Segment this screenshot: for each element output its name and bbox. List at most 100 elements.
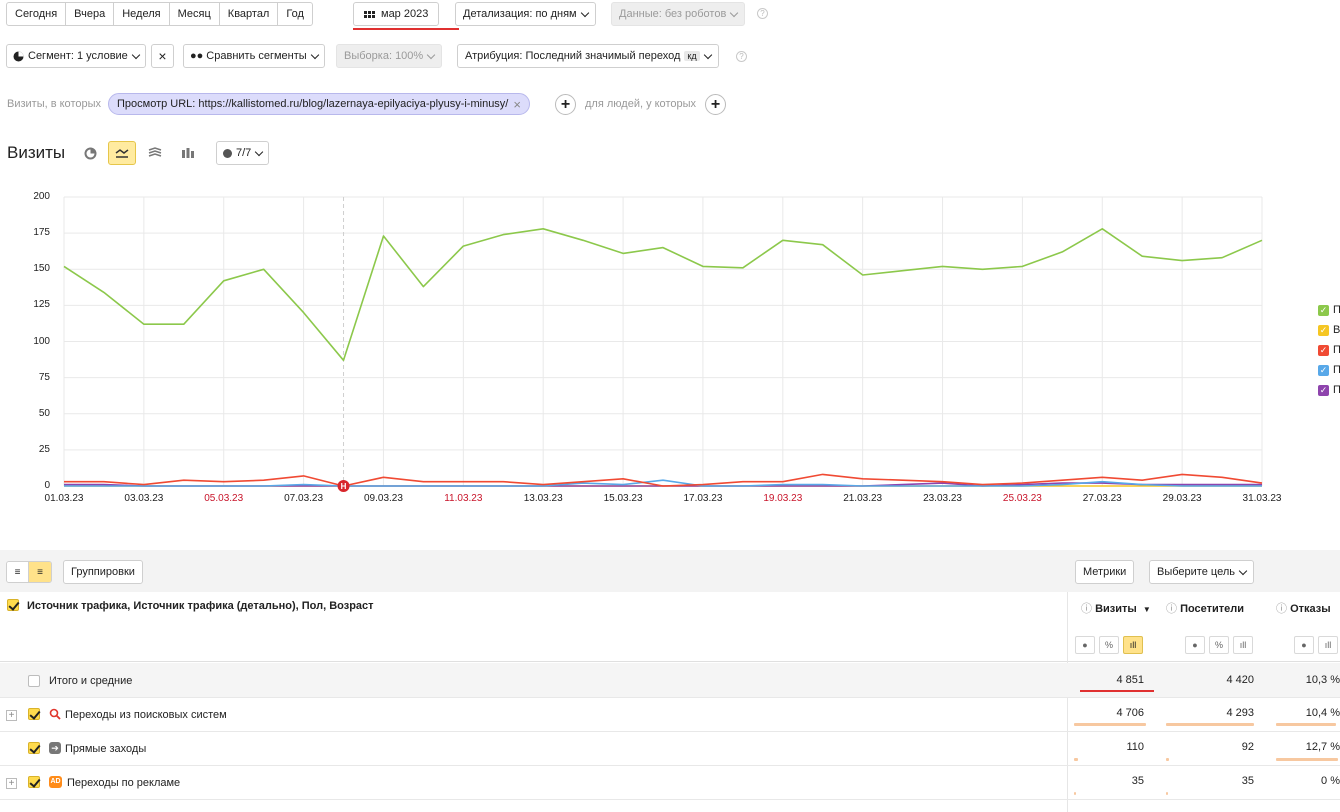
- legend-item[interactable]: ✓ В: [1318, 324, 1340, 336]
- robots-label: Данные: без роботов: [619, 8, 727, 20]
- column-visits-header[interactable]: ⓘ Визиты ▼: [1081, 600, 1151, 616]
- period-quarter-button[interactable]: Квартал: [220, 3, 279, 25]
- detail-dropdown[interactable]: Детализация: по дням: [455, 2, 596, 26]
- legend-item[interactable]: ✓ П: [1318, 364, 1340, 376]
- column-bounces-header[interactable]: ⓘ Отказы: [1276, 600, 1331, 616]
- segment-clear-button[interactable]: ×: [151, 44, 174, 68]
- expand-icon[interactable]: +: [6, 710, 17, 721]
- column-bounces-label: Отказы: [1290, 603, 1331, 615]
- legend-item[interactable]: ✓ П: [1318, 384, 1340, 396]
- line-chart-icon: [115, 149, 129, 158]
- row-visitors: 92: [1241, 741, 1254, 753]
- header-checkbox[interactable]: [7, 599, 19, 611]
- segment-dropdown[interactable]: Сегмент: 1 условие: [6, 44, 146, 68]
- chart-type-pie-button[interactable]: [76, 141, 104, 165]
- visits-percent-view[interactable]: %: [1099, 636, 1119, 654]
- attribution-dropdown[interactable]: Атрибуция: Последний значимый переход кд: [457, 44, 719, 68]
- chevron-down-icon: [580, 8, 589, 17]
- period-selector: Сегодня Вчера Неделя Месяц Квартал Год: [6, 2, 313, 26]
- chart-type-line-button[interactable]: [108, 141, 136, 165]
- series-selector-dropdown[interactable]: 7/7: [216, 141, 270, 165]
- compare-segments-dropdown[interactable]: ●● Сравнить сегменты: [183, 44, 325, 68]
- chart-type-area-button[interactable]: [141, 141, 169, 165]
- date-range-underline: [353, 28, 459, 30]
- add-user-condition-button[interactable]: +: [705, 94, 726, 115]
- visitors-pie-view[interactable]: ●: [1185, 636, 1205, 654]
- goal-dropdown[interactable]: Выберите цель: [1149, 560, 1254, 584]
- series-count-label: 7/7: [236, 147, 252, 159]
- legend-item[interactable]: ✓ П: [1318, 344, 1340, 356]
- chart-type-bar-button[interactable]: [174, 141, 202, 165]
- filter-prefix: Визиты, в которых: [7, 98, 101, 110]
- row-bounces: 12,7 %: [1305, 741, 1340, 753]
- row-checkbox[interactable]: [28, 776, 40, 788]
- row-checkbox[interactable]: [28, 742, 40, 754]
- total-visits: 4 851: [1116, 674, 1144, 686]
- date-range-button[interactable]: мар 2023: [353, 2, 440, 26]
- bar-chart-icon: [182, 148, 194, 158]
- close-icon: ×: [158, 48, 167, 64]
- legend-label: П: [1333, 344, 1340, 356]
- info-icon: ⓘ: [1166, 603, 1177, 615]
- row-visitors: 4 293: [1226, 707, 1254, 719]
- robots-dropdown[interactable]: Данные: без роботов: [611, 2, 746, 26]
- period-yesterday-button[interactable]: Вчера: [66, 3, 115, 25]
- total-checkbox[interactable]: [28, 675, 40, 687]
- legend-label: В: [1333, 324, 1340, 336]
- row-bounces: 0 %: [1321, 775, 1340, 787]
- sample-dropdown[interactable]: Выборка: 100%: [336, 44, 443, 68]
- row-visits: 110: [1126, 741, 1144, 753]
- help-icon[interactable]: ?: [736, 51, 747, 62]
- period-month-button[interactable]: Месяц: [170, 3, 220, 25]
- pie-chart-icon: [13, 51, 24, 61]
- add-visit-condition-button[interactable]: +: [555, 94, 576, 115]
- legend-item[interactable]: ✓ П: [1318, 304, 1340, 316]
- close-icon[interactable]: ×: [513, 97, 521, 112]
- period-today-button[interactable]: Сегодня: [7, 3, 67, 25]
- visits-bar: [1074, 758, 1078, 761]
- period-year-button[interactable]: Год: [278, 3, 312, 25]
- checkbox-icon: ✓: [1318, 324, 1329, 336]
- chevron-down-icon: [1238, 566, 1248, 575]
- row-visitors: 35: [1241, 775, 1254, 787]
- row-label[interactable]: Переходы из поисковых систем: [65, 709, 227, 721]
- groupings-button[interactable]: Группировки: [63, 560, 143, 584]
- total-bounces: 10,3 %: [1305, 674, 1340, 686]
- expand-icon[interactable]: +: [6, 778, 17, 789]
- row-checkbox[interactable]: [28, 708, 40, 720]
- visitors-bar: [1166, 758, 1169, 761]
- visits-pie-view[interactable]: ●: [1075, 636, 1095, 654]
- filter-chip[interactable]: Просмотр URL: https://kallistomed.ru/blo…: [108, 93, 530, 115]
- chevron-down-icon: [730, 8, 739, 17]
- help-icon[interactable]: ?: [757, 8, 768, 19]
- visitors-percent-view[interactable]: %: [1209, 636, 1229, 654]
- column-visitors-header[interactable]: ⓘ Посетители: [1166, 600, 1244, 616]
- direct-entry-icon: ➔: [49, 742, 61, 754]
- sort-desc-icon: ▼: [1142, 605, 1151, 614]
- list-view-button[interactable]: ≡: [7, 562, 29, 582]
- legend-label: П: [1333, 304, 1340, 316]
- info-icon: ⓘ: [1276, 603, 1287, 615]
- metrics-button[interactable]: Метрики: [1075, 560, 1135, 584]
- calendar-icon: [364, 10, 375, 18]
- area-chart-icon: [148, 147, 162, 157]
- row-label[interactable]: Прямые заходы: [65, 743, 146, 755]
- visits-bar-view[interactable]: ıll: [1123, 636, 1143, 654]
- goal-label: Выберите цель: [1157, 566, 1235, 578]
- visitors-bar: [1166, 723, 1254, 726]
- column-visitors-label: Посетители: [1180, 603, 1245, 615]
- legend-label: П: [1333, 364, 1340, 376]
- column-visits-label: Визиты: [1095, 603, 1137, 615]
- bounces-bar-view[interactable]: ıll: [1318, 636, 1338, 654]
- chevron-down-icon: [255, 147, 264, 156]
- tree-view-button[interactable]: ≡: [29, 562, 51, 582]
- annotation-marker-label: Н: [341, 482, 347, 491]
- period-week-button[interactable]: Неделя: [114, 3, 170, 25]
- bounces-bar: [1276, 723, 1336, 726]
- row-label[interactable]: Переходы по рекламе: [67, 777, 180, 789]
- visitors-bar-view[interactable]: ıll: [1233, 636, 1253, 654]
- bounces-bar: [1276, 758, 1338, 761]
- chevron-down-icon: [703, 50, 712, 59]
- bounces-pie-view[interactable]: ●: [1294, 636, 1314, 654]
- date-range-label: мар 2023: [381, 8, 429, 20]
